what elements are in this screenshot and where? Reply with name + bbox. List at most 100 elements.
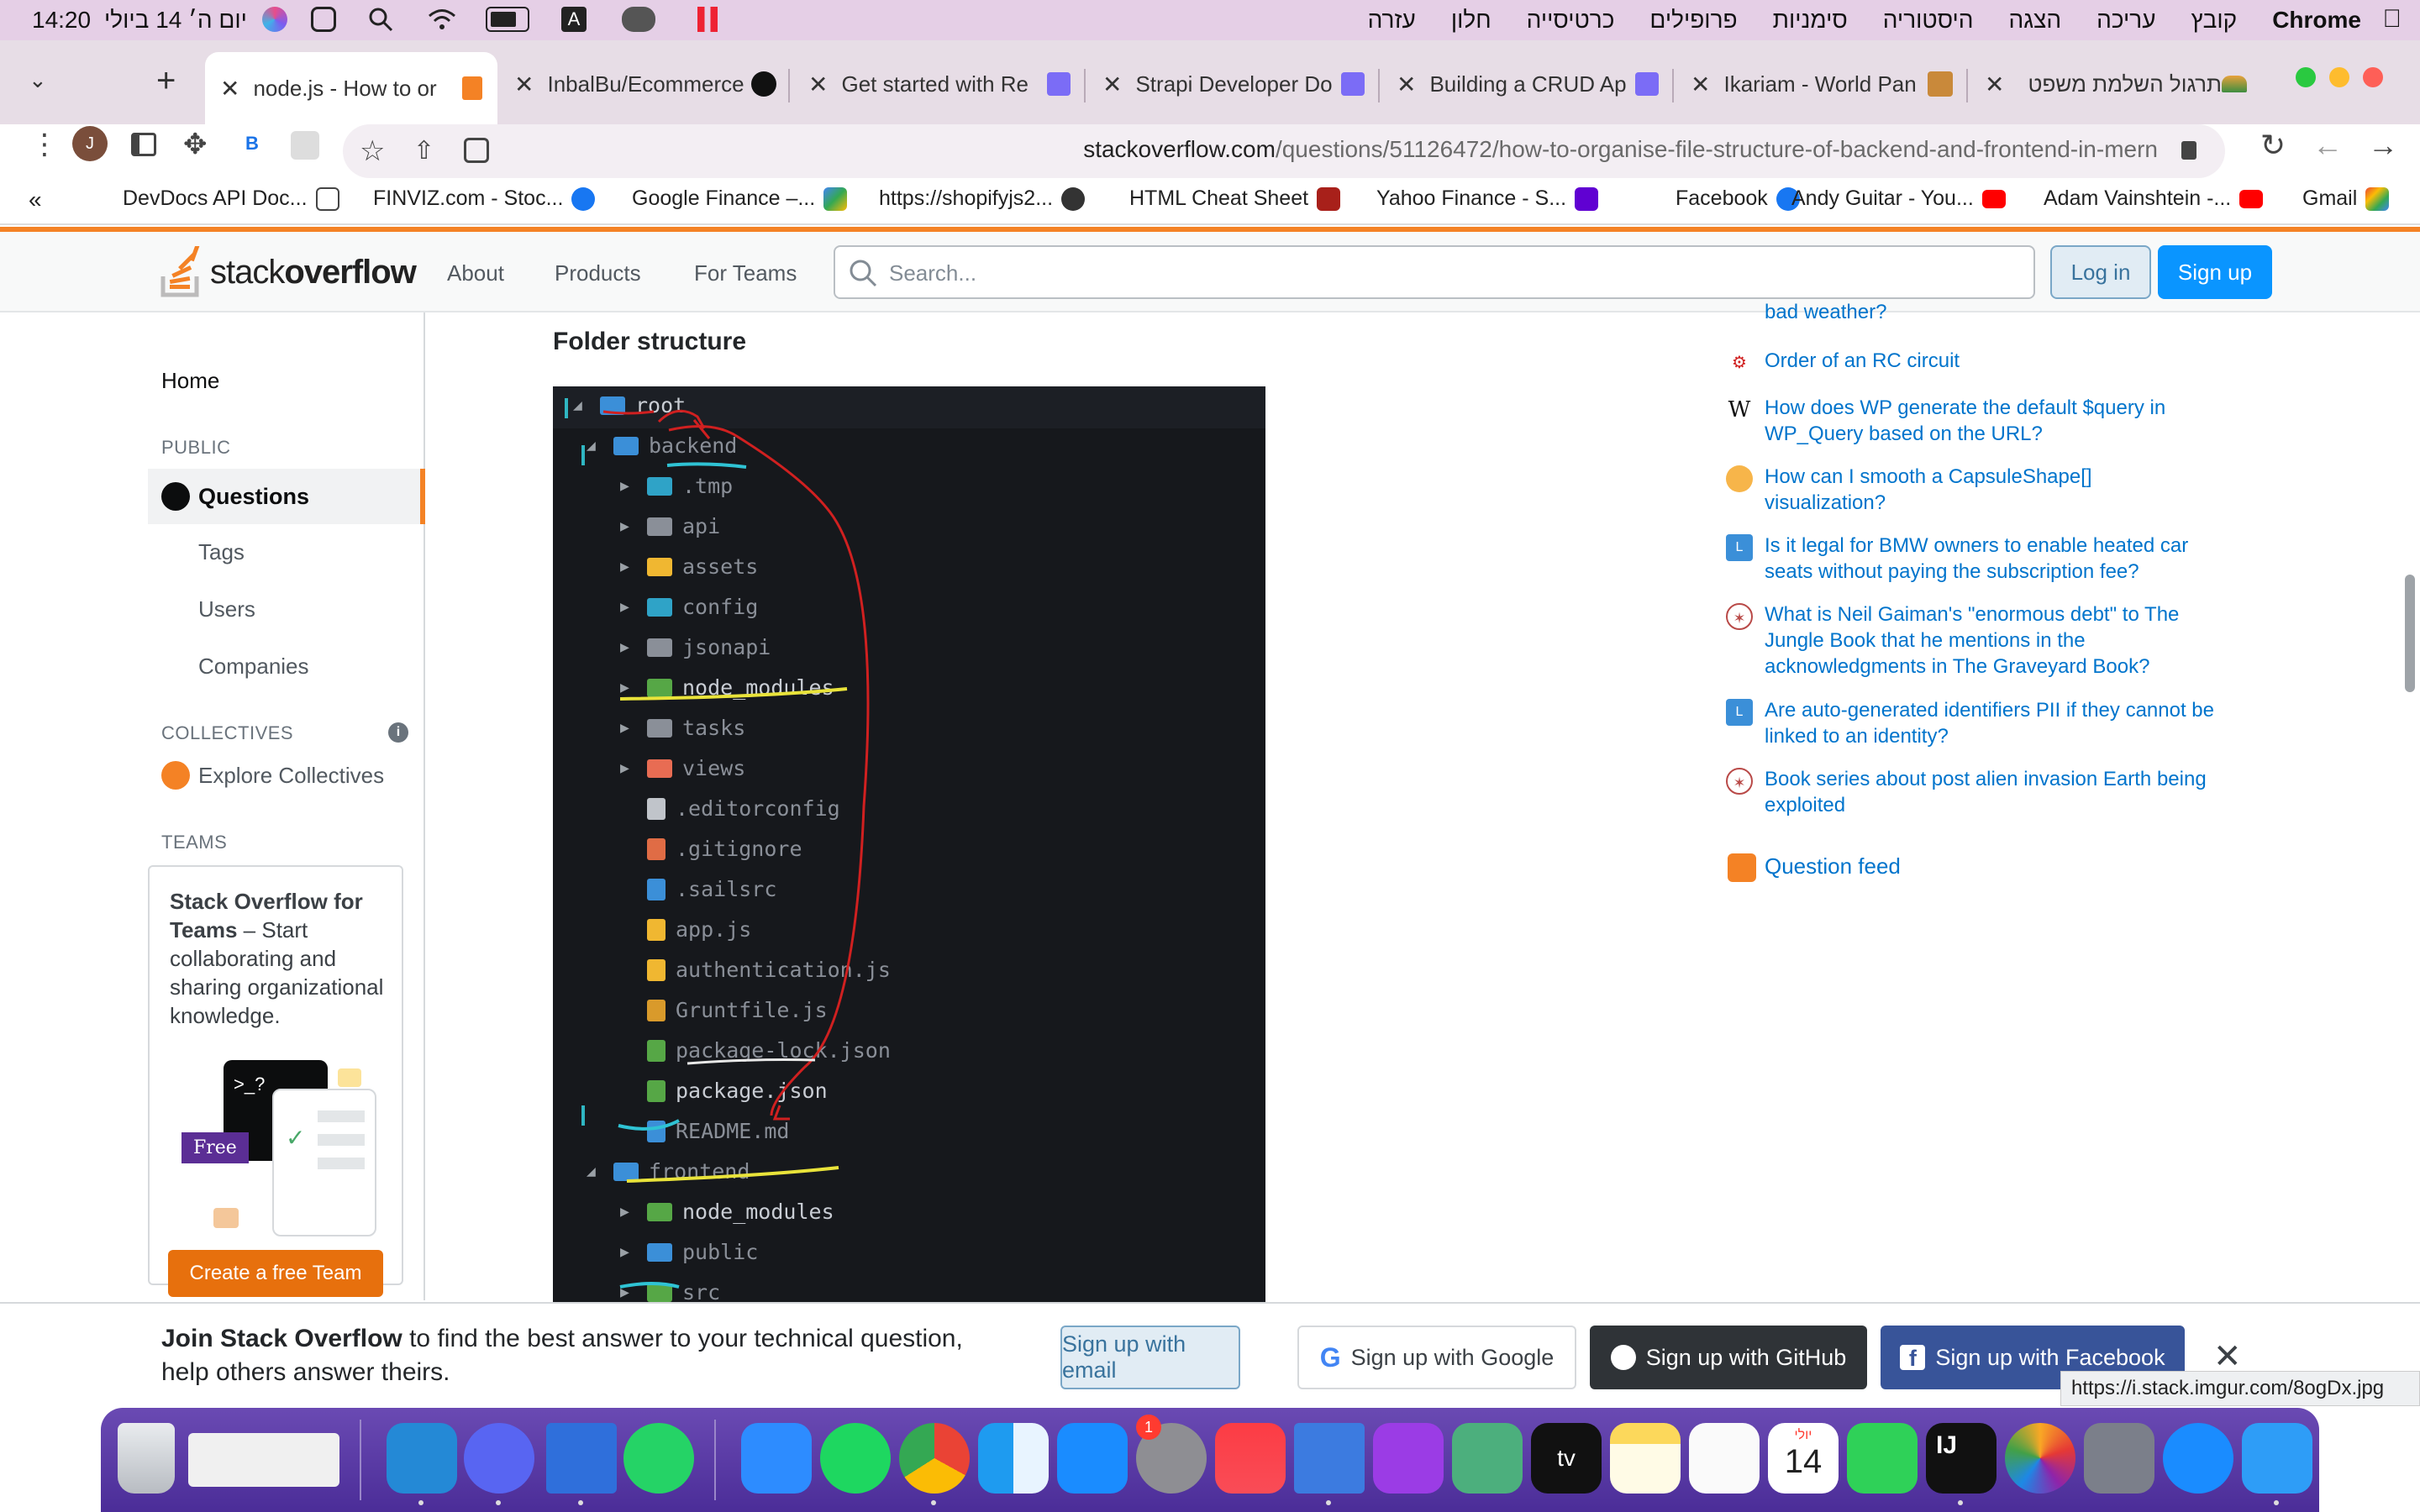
hot-question-link[interactable]: Book series about post alien invasion Ea…	[1765, 766, 2218, 818]
bookmarks-overflow-icon[interactable]: «	[29, 186, 42, 213]
menu-profiles[interactable]: פרופילים	[1649, 7, 1737, 34]
tab[interactable]: ✕ InbalBu/Ecommerce	[514, 62, 776, 106]
safari-icon[interactable]	[2163, 1423, 2233, 1494]
address-bar[interactable]: ☆ ⇧ stackoverflow.com/questions/51126472…	[343, 124, 2225, 178]
hot-question-link[interactable]: What is Neil Gaiman's "enormous debt" to…	[1765, 601, 2218, 680]
page-scrollbar[interactable]	[2405, 575, 2415, 692]
extensions-icon[interactable]: ✥	[183, 128, 208, 161]
signup-google-button[interactable]: G Sign up with Google	[1297, 1326, 1576, 1389]
clock-time[interactable]: 14:20	[32, 7, 91, 34]
bookmark-andy-guitar[interactable]: Andy Guitar - You...	[1791, 186, 2006, 211]
tab-active[interactable]: ✕ node.js - How to or	[205, 52, 497, 124]
menu-edit[interactable]: עריכה	[2096, 7, 2155, 34]
close-tab-icon[interactable]: ✕	[1102, 71, 1122, 98]
bookmark-star-icon[interactable]: ☆	[360, 134, 385, 168]
tab[interactable]: ✕ Ikariam - World Pan	[1691, 62, 1953, 106]
window-close-button[interactable]	[2363, 67, 2383, 87]
signup-button[interactable]: Sign up	[2158, 245, 2272, 299]
zoom-icon[interactable]	[741, 1423, 812, 1494]
notes-icon[interactable]	[1610, 1423, 1681, 1494]
new-tab-icon[interactable]: +	[156, 62, 176, 100]
tab-search-icon[interactable]: ⌄	[29, 67, 47, 93]
atom-icon[interactable]	[1452, 1423, 1523, 1494]
remote-desktop-icon[interactable]	[1294, 1423, 1365, 1494]
install-app-icon[interactable]	[464, 138, 489, 163]
launchpad-icon[interactable]	[2084, 1423, 2154, 1494]
apple-icon[interactable]: 	[2383, 5, 2402, 34]
reload-icon[interactable]: ↻	[2260, 128, 2286, 163]
close-tab-icon[interactable]: ✕	[1691, 71, 1710, 98]
creative-cloud-icon[interactable]	[622, 7, 655, 32]
nav-companies[interactable]: Companies	[198, 654, 309, 680]
close-tab-icon[interactable]: ✕	[220, 75, 239, 102]
control-center-icon[interactable]	[311, 7, 336, 32]
nav-questions[interactable]: Questions	[148, 469, 425, 524]
menu-tab[interactable]: כרטיסייה	[1527, 7, 1615, 34]
menu-help[interactable]: עזרה	[1368, 7, 1416, 34]
bookmark-gmail[interactable]: Gmail	[2302, 186, 2390, 211]
tab[interactable]: ✕ תרגול השלמת משפט	[1985, 62, 2247, 106]
menu-kebab-icon[interactable]: ⋮	[30, 128, 59, 161]
profile-avatar[interactable]: J	[72, 126, 108, 161]
nav-home[interactable]: Home	[161, 368, 219, 394]
menu-view[interactable]: הצגה	[2009, 7, 2062, 34]
podcasts-icon[interactable]	[1373, 1423, 1444, 1494]
menu-file[interactable]: קובץ	[2191, 7, 2238, 34]
music-icon[interactable]	[1215, 1423, 1286, 1494]
discord-icon[interactable]	[464, 1423, 534, 1494]
bookmark-adam-vainshtein[interactable]: Adam Vainshtein -...	[2044, 186, 2264, 211]
clock-date[interactable]: יום ה׳ 14 ביולי	[104, 7, 247, 34]
share-icon[interactable]: ⇧	[413, 136, 434, 165]
bookmark-yahoo-finance[interactable]: Yahoo Finance - S...	[1376, 186, 1599, 211]
nav-products[interactable]: Products	[555, 260, 641, 286]
tab[interactable]: ✕ Building a CRUD Ap	[1397, 62, 1659, 106]
url-text[interactable]: stackoverflow.com/questions/51126472/how…	[1083, 136, 2158, 163]
bookmark-shopify[interactable]: https://shopifyjs2...	[879, 186, 1086, 211]
window-minimize-button[interactable]	[2329, 67, 2349, 87]
login-button[interactable]: Log in	[2050, 245, 2151, 299]
nav-about[interactable]: About	[447, 260, 504, 286]
signup-email-button[interactable]: Sign up with email	[1060, 1326, 1240, 1389]
back-icon[interactable]: ←	[2312, 128, 2343, 163]
signup-github-button[interactable]: Sign up with GitHub	[1590, 1326, 1867, 1389]
extension-icon[interactable]	[291, 131, 319, 160]
search-input[interactable]: Search...	[834, 245, 2035, 299]
chrome-icon[interactable]	[899, 1423, 970, 1494]
info-icon[interactable]: i	[388, 722, 408, 743]
search-icon[interactable]	[368, 7, 393, 32]
menu-window[interactable]: חלון	[1451, 7, 1491, 34]
whatsapp-icon[interactable]	[623, 1423, 694, 1494]
facetime-icon[interactable]	[1847, 1423, 1918, 1494]
close-tab-icon[interactable]: ✕	[808, 71, 828, 98]
hot-question-link[interactable]: Order of an RC circuit	[1765, 348, 2218, 374]
apple-tv-icon[interactable]: tv	[1531, 1423, 1602, 1494]
bookmark-html-cheat-sheet[interactable]: HTML Cheat Sheet	[1129, 186, 1341, 211]
nav-tags[interactable]: Tags	[198, 539, 245, 565]
nav-explore-collectives[interactable]: Explore Collectives	[198, 763, 384, 789]
hot-question-link[interactable]: bad weather?	[1765, 299, 2218, 325]
vscode-icon[interactable]	[387, 1423, 457, 1494]
tab[interactable]: ✕ Get started with Re	[808, 62, 1071, 106]
spotify-icon[interactable]	[820, 1423, 891, 1494]
intellij-icon[interactable]: IJ	[1926, 1423, 1996, 1494]
bookmark-devdocs[interactable]: DevDocs API Doc...	[123, 186, 339, 211]
reminders-icon[interactable]	[1689, 1423, 1760, 1494]
close-tab-icon[interactable]: ✕	[1985, 71, 2004, 98]
hot-question-link[interactable]: Are auto-generated identifiers PII if th…	[1765, 697, 2218, 749]
parallels-icon[interactable]	[697, 7, 718, 32]
trash-icon[interactable]	[118, 1423, 175, 1494]
bookmark-google-finance[interactable]: Google Finance –...	[632, 186, 848, 211]
close-tab-icon[interactable]: ✕	[514, 71, 534, 98]
hot-question-link[interactable]: Is it legal for BMW owners to enable hea…	[1765, 533, 2218, 585]
nav-users[interactable]: Users	[198, 596, 255, 622]
extension-b-icon[interactable]: B	[245, 133, 259, 155]
menu-history[interactable]: היסטוריה	[1883, 7, 1974, 34]
recent-documents-stack[interactable]	[188, 1433, 339, 1487]
so-logo[interactable]: stackoverflow	[160, 240, 417, 304]
windows-parallels-icon[interactable]	[546, 1423, 617, 1494]
folder-structure-screenshot[interactable]: ◢ root ◢ backend ▶ .tmp ▶ api ▶ assets ▶ config ▶ jso…	[553, 386, 1265, 1302]
forward-icon[interactable]: →	[2368, 128, 2398, 163]
finder-icon[interactable]	[978, 1423, 1049, 1494]
question-feed-link[interactable]: Question feed	[1765, 853, 1901, 879]
create-team-button[interactable]: Create a free Team	[168, 1250, 383, 1297]
